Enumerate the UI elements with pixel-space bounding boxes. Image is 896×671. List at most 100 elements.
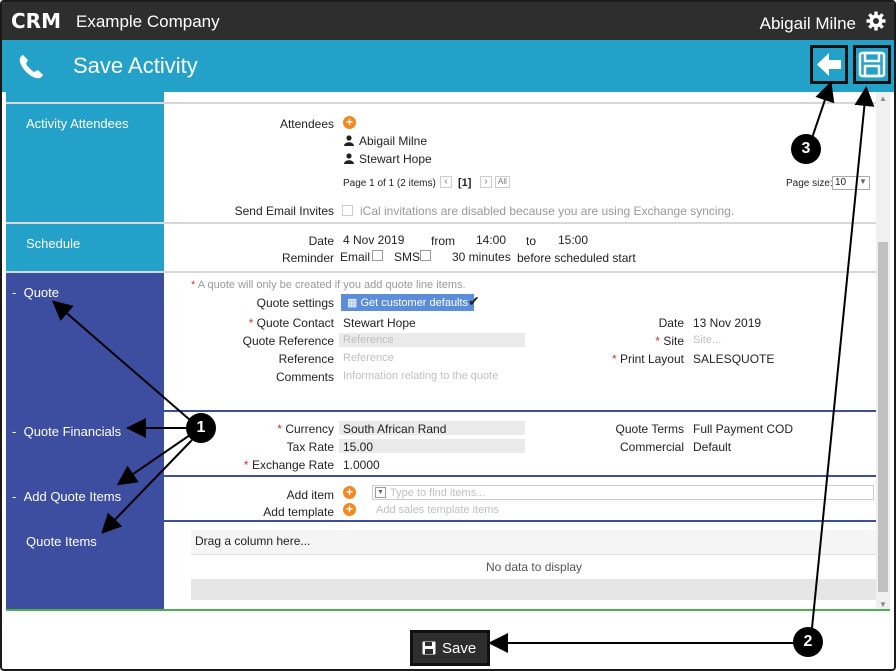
section-add-quote-items: - Add Quote Items Add item + ▼ Type to f…	[6, 477, 876, 522]
tax-rate-label: Tax Rate	[286, 440, 334, 454]
add-item-search-input[interactable]: ▼ Type to find items...	[372, 485, 874, 500]
from-label: from	[431, 234, 455, 248]
before-start-label: before scheduled start	[517, 251, 636, 265]
reminder-sms-checkbox[interactable]	[420, 250, 431, 261]
chevron-down-icon[interactable]: ▼	[375, 487, 386, 498]
section-schedule: Schedule Date 4 Nov 2019 from 14:00 to 1…	[6, 224, 876, 273]
reminder-minutes-input[interactable]: 30 minutes	[452, 250, 511, 264]
page-size-value: 10	[835, 177, 847, 188]
chevron-down-icon: ▼	[859, 177, 867, 186]
send-email-invites-checkbox[interactable]	[342, 205, 353, 216]
print-layout-label-text: Print Layout	[619, 352, 684, 366]
title-bar: Save Activity	[2, 40, 894, 92]
commercial-select[interactable]: Default	[693, 440, 731, 454]
reminder-email-checkbox[interactable]	[372, 250, 383, 261]
section-quote-items: Quote Items Drag a column here... No dat…	[6, 522, 876, 611]
vertical-scrollbar[interactable]: ▲ ▼	[876, 92, 890, 611]
add-attendee-icon[interactable]: +	[343, 116, 356, 129]
quote-date-input[interactable]: 13 Nov 2019	[693, 316, 761, 330]
site-input[interactable]: Site...	[693, 334, 721, 346]
get-customer-defaults-button[interactable]: ▦ Get customer defaults	[341, 294, 475, 311]
pager-next-button[interactable]: ›	[480, 176, 492, 188]
app-window: CRM Example Company Abigail Milne Save A…	[0, 0, 896, 671]
gear-icon[interactable]	[866, 11, 886, 31]
section-title: Activity Attendees	[26, 116, 129, 131]
company-name: Example Company	[76, 12, 220, 31]
attendee-item[interactable]: Abigail Milne	[359, 134, 427, 148]
person-icon	[344, 153, 354, 164]
section-sidebar: Quote Items	[6, 522, 164, 611]
quote-contact-label: * Quote Contact	[206, 316, 334, 330]
floppy-disk-icon	[422, 641, 436, 655]
reminder-email-label: Email	[340, 250, 371, 264]
reference-input[interactable]: Reference	[343, 352, 394, 364]
quote-note: * A quote will only be created if you ad…	[191, 279, 466, 291]
section-title[interactable]: - Add Quote Items	[12, 489, 121, 504]
currency-select[interactable]: South African Rand	[343, 422, 446, 436]
section-sidebar: Activity Attendees	[6, 104, 164, 222]
add-template-icon[interactable]: +	[343, 503, 356, 516]
collapse-icon: -	[12, 489, 17, 504]
exchange-rate-label: * Exchange Rate	[206, 458, 334, 472]
quote-note-text: A quote will only be created if you add …	[197, 279, 466, 291]
required-marker: *	[191, 279, 196, 291]
collapse-icon: -	[12, 285, 17, 300]
add-template-input[interactable]: Add sales template items	[376, 504, 499, 516]
tax-rate-input[interactable]: 15.00	[343, 440, 373, 454]
divider	[6, 609, 890, 611]
currency-label-text: Currency	[285, 422, 334, 436]
scroll-up-icon[interactable]: ▲	[879, 94, 887, 103]
section-sidebar[interactable]: - Add Quote Items	[6, 477, 164, 520]
attendee-item[interactable]: Stewart Hope	[359, 152, 432, 166]
site-label-text: Site	[663, 334, 684, 348]
scrollbar-thumb[interactable]	[878, 242, 888, 592]
crm-logo: CRM	[11, 11, 67, 31]
add-item-icon[interactable]: +	[343, 486, 356, 499]
schedule-date-label: Date	[308, 234, 334, 248]
person-icon	[344, 135, 354, 146]
header-save-button[interactable]	[853, 45, 891, 84]
exchange-rate-input[interactable]: 1.0000	[343, 458, 380, 472]
from-time-input[interactable]: 14:00	[476, 233, 506, 247]
checkmark-icon: ✔	[468, 293, 480, 309]
section-title: Schedule	[26, 236, 81, 251]
to-label: to	[526, 234, 537, 248]
save-button[interactable]: Save	[410, 630, 490, 666]
save-button-label: Save	[442, 640, 477, 657]
section-sidebar: Schedule	[6, 224, 164, 271]
required-marker: *	[243, 458, 249, 472]
arrow-left-icon	[817, 53, 841, 76]
quote-reference-placeholder: Reference	[343, 334, 394, 346]
section-quote: - Quote * A quote will only be created i…	[6, 273, 876, 412]
group-panel-text: Drag a column here...	[195, 534, 311, 548]
grid-empty-text: No data to display	[486, 560, 583, 574]
pager-current-page[interactable]: [1]	[458, 177, 471, 189]
schedule-date-input[interactable]: 4 Nov 2019	[343, 233, 404, 247]
reference-label: Reference	[278, 352, 334, 366]
user-name[interactable]: Abigail Milne	[760, 14, 856, 34]
pager-prev-button[interactable]: ‹	[440, 176, 452, 188]
quote-contact-input[interactable]: Stewart Hope	[343, 316, 416, 330]
quote-date-label: Date	[658, 316, 684, 330]
quote-terms-label: Quote Terms	[615, 422, 684, 436]
back-button[interactable]	[810, 45, 848, 84]
section-quote-financials: - Quote Financials * Currency South Afri…	[6, 412, 876, 477]
grid-group-panel[interactable]: Drag a column here...	[191, 530, 876, 555]
attendees-label: Attendees	[279, 117, 334, 131]
pager-all-button[interactable]: All	[495, 176, 510, 188]
reminder-sms-label: SMS	[394, 250, 421, 264]
print-layout-select[interactable]: SALESQUOTE	[693, 352, 774, 366]
comments-input[interactable]: Information relating to the quote	[343, 370, 498, 382]
quote-reference-label: Quote Reference	[242, 334, 334, 348]
section-sidebar[interactable]: - Quote	[6, 273, 164, 410]
scroll-down-icon[interactable]: ▼	[879, 600, 887, 609]
send-email-note: iCal invitations are disabled because yo…	[360, 204, 735, 218]
section-sidebar[interactable]: - Quote Financials	[6, 412, 164, 475]
section-title[interactable]: - Quote	[12, 285, 59, 300]
required-marker: *	[248, 316, 254, 330]
to-time-input[interactable]: 15:00	[558, 233, 588, 247]
callout-badge: 2	[793, 627, 823, 657]
section-title[interactable]: - Quote Financials	[12, 424, 121, 439]
quote-terms-select[interactable]: Full Payment COD	[693, 422, 793, 436]
section-activity-attendees: Activity Attendees Attendees + Abigail M…	[6, 104, 876, 224]
